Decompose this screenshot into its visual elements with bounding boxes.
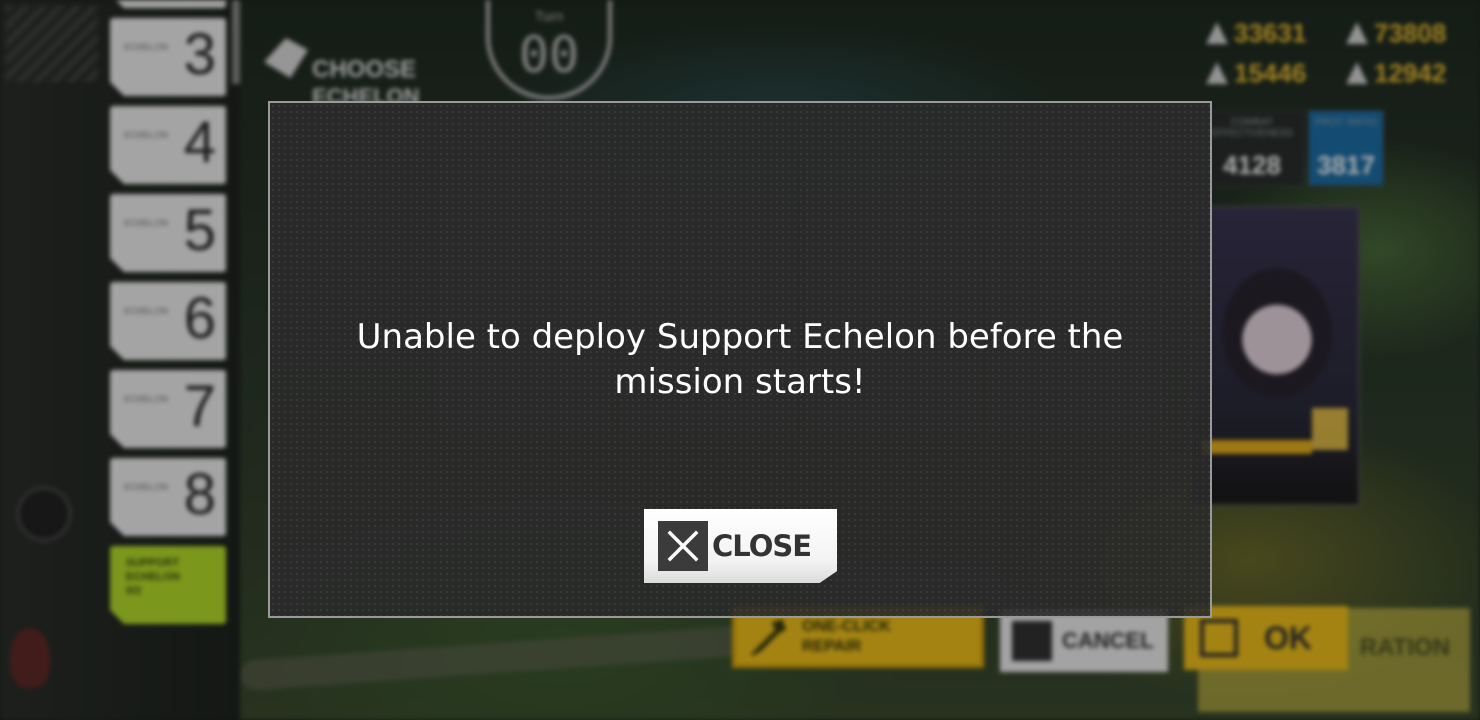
dialog-message: Unable to deploy Support Echelon before … xyxy=(356,317,1124,402)
close-button-label: CLOSE xyxy=(712,529,812,563)
close-x-glyph xyxy=(667,530,699,562)
alert-dialog: Unable to deploy Support Echelon before … xyxy=(268,101,1212,618)
close-icon xyxy=(658,521,708,571)
close-button[interactable]: CLOSE xyxy=(644,509,837,583)
